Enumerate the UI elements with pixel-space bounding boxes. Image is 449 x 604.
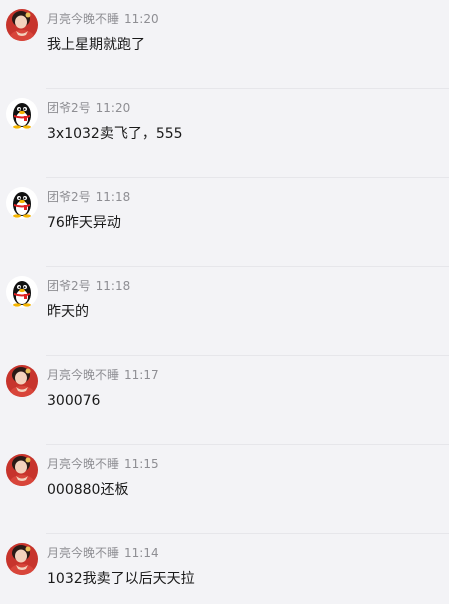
message-time: 11:20: [124, 12, 159, 26]
message-text: 1032我卖了以后天天拉: [47, 571, 195, 587]
girl-avatar-red[interactable]: [6, 9, 38, 41]
message-meta: 月亮今晚不睡 11:20: [47, 11, 159, 27]
message-meta: 月亮今晚不睡 11:17: [47, 367, 159, 383]
girl-avatar-red[interactable]: [6, 543, 38, 575]
qq-penguin-avatar[interactable]: [6, 276, 38, 308]
sender-name[interactable]: 月亮今晚不睡: [47, 12, 119, 26]
sender-name[interactable]: 月亮今晚不睡: [47, 368, 119, 382]
message-item: 团爷2号 11:18 76昨天异动: [0, 178, 449, 267]
sender-name[interactable]: 月亮今晚不睡: [47, 546, 119, 560]
message-time: 11:15: [124, 457, 159, 471]
sender-name[interactable]: 团爷2号: [47, 101, 91, 115]
message-text: 300076: [47, 393, 101, 409]
qq-penguin-avatar[interactable]: [6, 98, 38, 130]
message-item: 月亮今晚不睡 11:17 300076: [0, 356, 449, 445]
sender-name[interactable]: 团爷2号: [47, 190, 91, 204]
message-time: 11:17: [124, 368, 159, 382]
girl-avatar-red[interactable]: [6, 365, 38, 397]
message-meta: 月亮今晚不睡 11:14: [47, 545, 159, 561]
message-text: 昨天的: [47, 304, 89, 320]
message-time: 11:20: [95, 101, 131, 115]
message-time: 11:18: [95, 190, 131, 204]
message-item: 月亮今晚不睡 11:20 我上星期就跑了: [0, 0, 449, 89]
sender-name[interactable]: 团爷2号: [47, 279, 91, 293]
message-meta: 团爷2号 11:20: [47, 100, 130, 116]
message-item: 团爷2号 11:20 3x1032卖飞了，555: [0, 89, 449, 178]
message-meta: 团爷2号 11:18: [47, 278, 130, 294]
message-text: 我上星期就跑了: [47, 37, 145, 53]
sender-name[interactable]: 月亮今晚不睡: [47, 457, 119, 471]
qq-penguin-avatar[interactable]: [6, 187, 38, 219]
message-text: 76昨天异动: [47, 215, 121, 231]
message-item: 团爷2号 11:18 昨天的: [0, 267, 449, 356]
message-time: 11:14: [124, 546, 159, 560]
message-text: 000880还板: [47, 482, 129, 498]
message-meta: 月亮今晚不睡 11:15: [47, 456, 159, 472]
message-item: 月亮今晚不睡 11:14 1032我卖了以后天天拉: [0, 534, 449, 604]
message-meta: 团爷2号 11:18: [47, 189, 130, 205]
message-list: 月亮今晚不睡 11:20 我上星期就跑了 团爷2号 11:20 3x1032卖飞…: [0, 0, 449, 604]
message-item: 月亮今晚不睡 11:15 000880还板: [0, 445, 449, 534]
message-time: 11:18: [95, 279, 131, 293]
message-text: 3x1032卖飞了，555: [47, 126, 183, 142]
girl-avatar-red[interactable]: [6, 454, 38, 486]
